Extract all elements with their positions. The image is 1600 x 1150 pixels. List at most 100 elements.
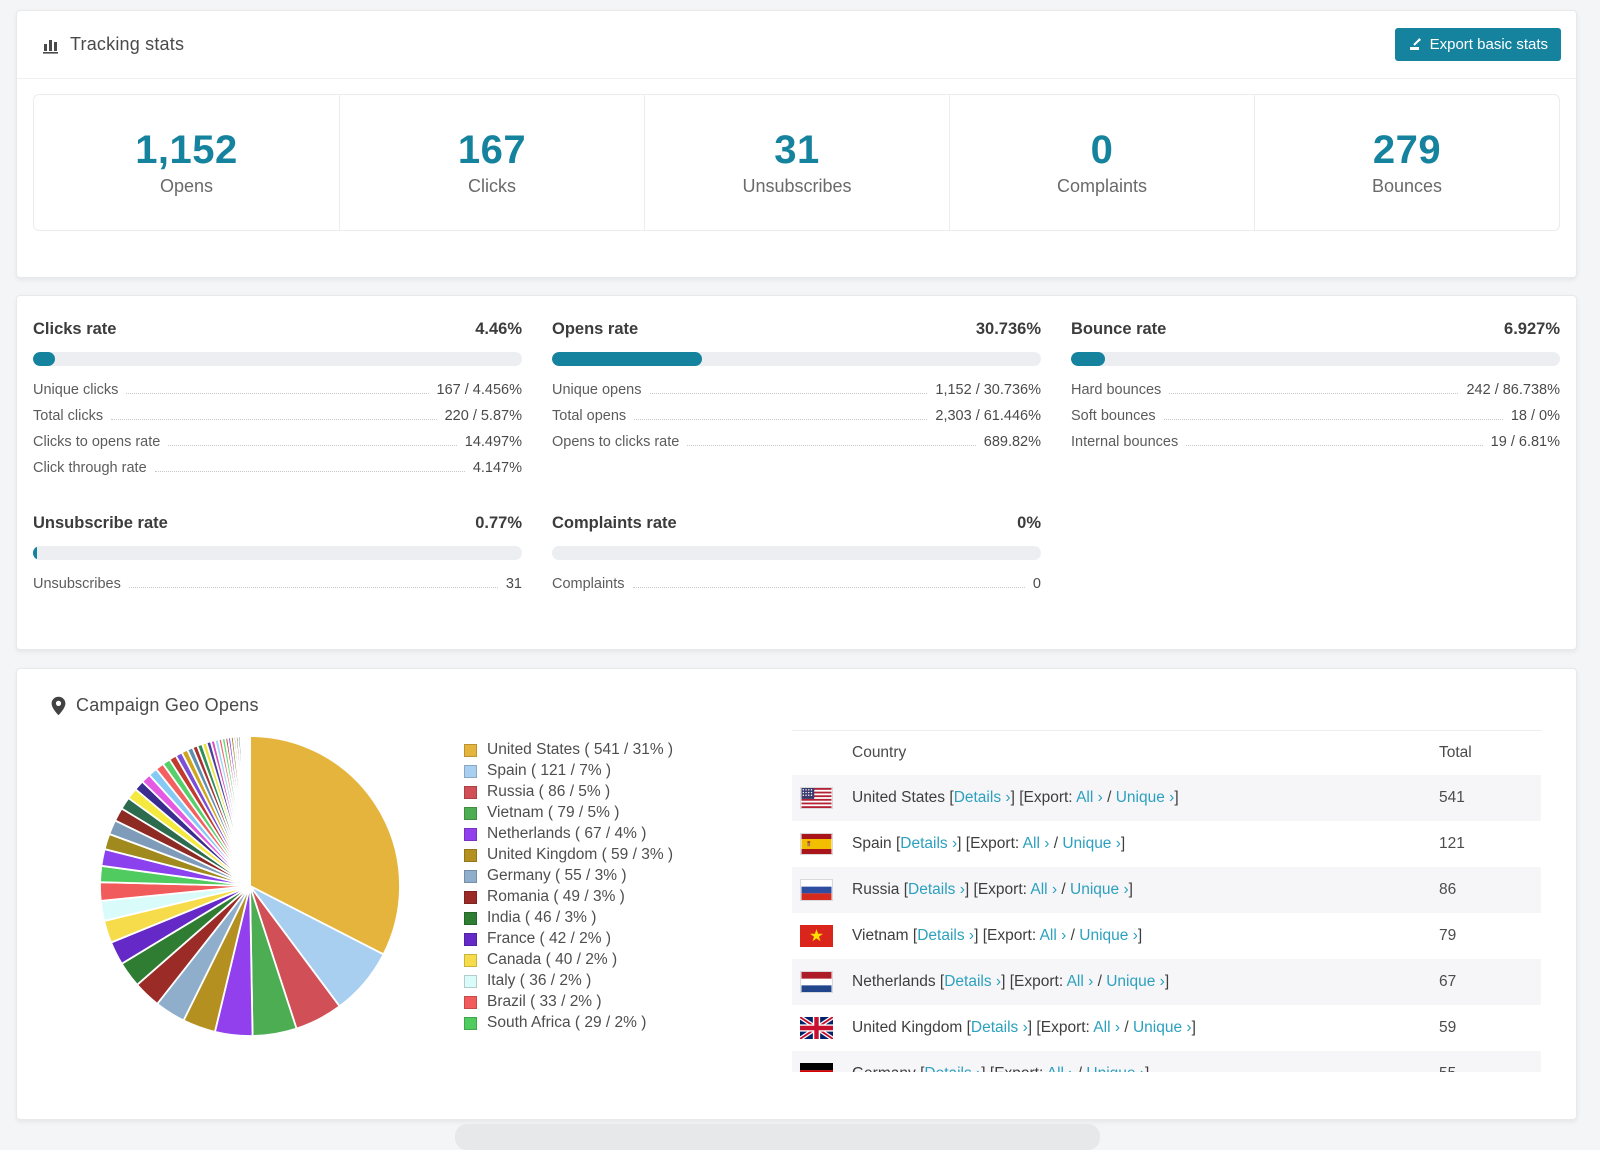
stat-label: Bounces (1371, 176, 1443, 196)
rate-stat-value: 220 / 5.87% (444, 408, 522, 424)
legend-item-netherlands: Netherlands ( 67 / 4% ) (464, 825, 764, 843)
geo-table-row-vietnam: Vietnam [Details ›] [Export: All › / Uni… (792, 913, 1541, 959)
bracket: ] (1001, 973, 1006, 990)
geo-table-row-spain: Spain [Details ›] [Export: All › / Uniqu… (792, 821, 1541, 867)
country-name: Netherlands (852, 973, 936, 990)
geo-table-row-netherlands: Netherlands [Details ›] [Export: All › /… (792, 959, 1541, 1005)
slash: / (1078, 1065, 1082, 1072)
flag-column-header (792, 731, 844, 776)
bracket: ] (1010, 789, 1015, 806)
legend-swatch (464, 1016, 477, 1030)
legend-label: India ( 46 / 3% ) (487, 909, 597, 926)
rate-stat-row: Click through rate 4.147% (33, 460, 522, 476)
export-unique-link[interactable]: Unique › (1106, 973, 1165, 990)
flag-nl-icon (792, 959, 844, 1005)
rate-stat-value: 1,152 / 30.736% (935, 382, 1041, 398)
flag-gb-icon (792, 1005, 844, 1051)
rate-stat-value: 31 (505, 576, 522, 592)
country-name: United Kingdom (852, 1019, 963, 1036)
legend-label: Russia ( 86 / 5% ) (487, 783, 611, 800)
export-all-link[interactable]: All › (1093, 1019, 1120, 1036)
stat-label: Opens (159, 176, 214, 196)
rate-head: Unsubscribe rate 0.77% (33, 506, 522, 533)
bracket: ] (1174, 789, 1179, 806)
rate-title: Opens rate (552, 320, 639, 338)
rate-block-bounce-rate: Bounce rate 6.927% Hard bounces 242 / 86.73… (1071, 312, 1560, 476)
geo-table-row-germany: Germany [Details ›] [Export: All › / Uni… (792, 1051, 1541, 1072)
rate-block-opens-rate: Opens rate 30.736% Unique opens 1,152 / 30.… (552, 312, 1041, 476)
export-unique-link[interactable]: Unique › (1133, 1019, 1192, 1036)
rates-card: Clicks rate 4.46% Unique clicks 167 / 4.456… (16, 295, 1577, 650)
legend-swatch (464, 995, 477, 1009)
export-all-link[interactable]: All › (1023, 835, 1050, 852)
pie-slice-other-49[interactable] (247, 735, 251, 887)
country-cell: United States [Details ›] [Export: All ›… (844, 775, 1431, 821)
country-cell: Spain [Details ›] [Export: All › / Uniqu… (844, 821, 1431, 867)
rate-stat-value: 18 / 0% (1510, 408, 1560, 424)
details-link[interactable]: Details › (908, 881, 965, 898)
geo-content: United States ( 541 / 31% ) Spain ( 121 /… (17, 730, 1576, 1102)
legend-swatch (464, 806, 477, 820)
bracket: ] (1191, 1019, 1196, 1036)
geo-title: Campaign Geo Opens (76, 695, 259, 715)
total-cell: 541 (1439, 789, 1465, 806)
geo-pie-chart[interactable] (94, 730, 406, 1042)
export-icon (1409, 38, 1421, 50)
total-column-header: Total (1439, 744, 1472, 761)
details-link[interactable]: Details › (900, 835, 957, 852)
legend-swatch (464, 848, 477, 862)
rate-title: Bounce rate (1071, 320, 1167, 338)
country-cell: Vietnam [Details ›] [Export: All › / Uni… (844, 913, 1431, 959)
legend-swatch (464, 743, 477, 757)
legend-item-south-africa: South Africa ( 29 / 2% ) (464, 1014, 764, 1032)
legend-label: Italy ( 36 / 2% ) (487, 972, 592, 989)
legend-swatch (464, 932, 477, 946)
details-link[interactable]: Details › (924, 1065, 981, 1072)
rate-stat-label: Internal bounces (1071, 434, 1179, 450)
slash: / (1061, 881, 1066, 898)
rate-block-clicks-rate: Clicks rate 4.46% Unique clicks 167 / 4.456… (33, 312, 522, 476)
details-link[interactable]: Details › (971, 1019, 1028, 1036)
export-unique-link[interactable]: Unique › (1116, 789, 1175, 806)
details-link[interactable]: Details › (944, 973, 1001, 990)
export-unique-link[interactable]: Unique › (1079, 927, 1138, 944)
rate-progress-track (552, 352, 1041, 366)
export-all-link[interactable]: All › (1047, 1065, 1074, 1072)
dotted-leader (1163, 419, 1503, 420)
total-cell: 79 (1439, 927, 1457, 944)
details-link[interactable]: Details › (917, 927, 974, 944)
rate-title: Clicks rate (33, 320, 117, 338)
rate-stat-label: Hard bounces (1071, 382, 1162, 398)
dotted-leader (168, 445, 457, 446)
export-basic-stats-button[interactable]: Export basic stats (1394, 28, 1561, 61)
export-all-link[interactable]: All › (1030, 881, 1057, 898)
geo-header: Campaign Geo Opens (17, 669, 1576, 730)
legend-swatch (464, 764, 477, 778)
export-all-link[interactable]: All › (1067, 973, 1094, 990)
export-unique-link[interactable]: Unique › (1062, 835, 1121, 852)
rate-stat-label: Clicks to opens rate (33, 434, 161, 450)
tracking-stats-card: Tracking stats Export basic stats 1,152 O… (16, 10, 1577, 278)
slash: / (1107, 789, 1112, 806)
geo-table-row-russia: Russia [Details ›] [Export: All › / Uniq… (792, 867, 1541, 913)
bracket: ] (957, 835, 962, 852)
country-name: Vietnam (852, 927, 909, 944)
rate-stat-label: Click through rate (33, 460, 147, 476)
rate-stat-label: Unsubscribes (33, 576, 121, 592)
details-link[interactable]: Details › (954, 789, 1011, 806)
legend-item-romania: Romania ( 49 / 3% ) (464, 888, 764, 906)
rate-percent-value: 0% (1017, 514, 1041, 532)
export-unique-link[interactable]: Unique › (1086, 1065, 1145, 1072)
country-cell: Germany [Details ›] [Export: All › / Uni… (844, 1051, 1431, 1072)
bracket: ] (974, 927, 979, 944)
export-unique-link[interactable]: Unique › (1070, 881, 1129, 898)
export-label: Export: (970, 835, 1020, 852)
rate-stat-row: Unique opens 1,152 / 30.736% (552, 382, 1041, 398)
export-all-link[interactable]: All › (1040, 927, 1067, 944)
legend-item-france: France ( 42 / 2% ) (464, 930, 764, 948)
rate-stat-row: Unsubscribes 31 (33, 576, 522, 592)
total-cell: 86 (1439, 881, 1457, 898)
legend-item-canada: Canada ( 40 / 2% ) (464, 951, 764, 969)
export-all-link[interactable]: All › (1076, 789, 1103, 806)
legend-swatch (464, 911, 477, 925)
